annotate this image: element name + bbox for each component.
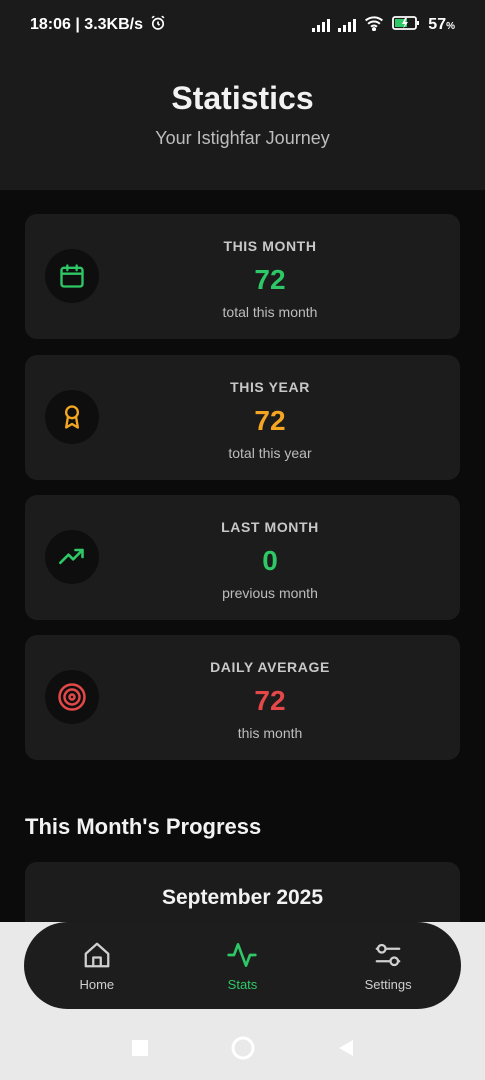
stat-caption: total this month — [222, 304, 318, 320]
stat-value: 72 — [254, 685, 286, 716]
stat-label: DAILY AVERAGE — [210, 659, 330, 675]
status-time: 18:06 | 3.3KB/s — [30, 16, 143, 33]
nav-label: Home — [79, 977, 115, 992]
stat-label: LAST MONTH — [221, 519, 319, 535]
alarm-icon — [149, 14, 167, 37]
activity-icon — [182, 939, 302, 971]
award-icon — [45, 390, 99, 444]
back-button[interactable] — [336, 1038, 356, 1063]
nav-label: Stats — [227, 977, 258, 992]
battery-level: 57% — [428, 16, 455, 33]
signal-icon — [338, 18, 357, 32]
sliders-icon — [328, 939, 448, 971]
calendar-icon — [45, 249, 99, 303]
signal-icon — [312, 18, 331, 32]
status-bar: 18:06 | 3.3KB/s 57% — [0, 0, 485, 50]
stat-card-last-month: LAST MONTH 0 previous month — [25, 495, 460, 620]
stat-label: THIS YEAR — [230, 379, 310, 395]
nav-item-settings[interactable]: Settings — [328, 939, 448, 992]
section-title: This Month's Progress — [25, 814, 262, 839]
stat-card-this-year: THIS YEAR 72 total this year — [25, 355, 460, 480]
stat-caption: total this year — [228, 445, 312, 461]
nav-label: Settings — [364, 977, 412, 992]
home-icon — [37, 939, 157, 971]
home-button[interactable] — [230, 1035, 256, 1066]
trending-up-icon — [45, 530, 99, 584]
page-header: Statistics Your Istighfar Journey — [0, 50, 485, 190]
bottom-nav: Home Stats Settings — [24, 922, 461, 1009]
page-subtitle: Your Istighfar Journey — [155, 128, 330, 148]
stat-card-daily-average: DAILY AVERAGE 72 this month — [25, 635, 460, 760]
nav-item-home[interactable]: Home — [37, 939, 157, 992]
stat-card-this-month: THIS MONTH 72 total this month — [25, 214, 460, 339]
stat-label: THIS MONTH — [223, 238, 317, 254]
recents-button[interactable] — [130, 1038, 150, 1063]
month-label: September 2025 — [161, 886, 324, 909]
battery-icon — [392, 15, 420, 36]
system-nav — [0, 1025, 485, 1075]
nav-item-stats[interactable]: Stats — [182, 939, 302, 992]
page-title: Statistics — [171, 80, 314, 116]
stat-caption: this month — [237, 725, 303, 741]
stat-value: 72 — [254, 264, 286, 295]
stat-value: 72 — [254, 405, 286, 436]
stat-value: 0 — [262, 545, 278, 576]
wifi-icon — [364, 15, 384, 36]
stat-caption: previous month — [222, 585, 318, 601]
target-icon — [45, 670, 99, 724]
